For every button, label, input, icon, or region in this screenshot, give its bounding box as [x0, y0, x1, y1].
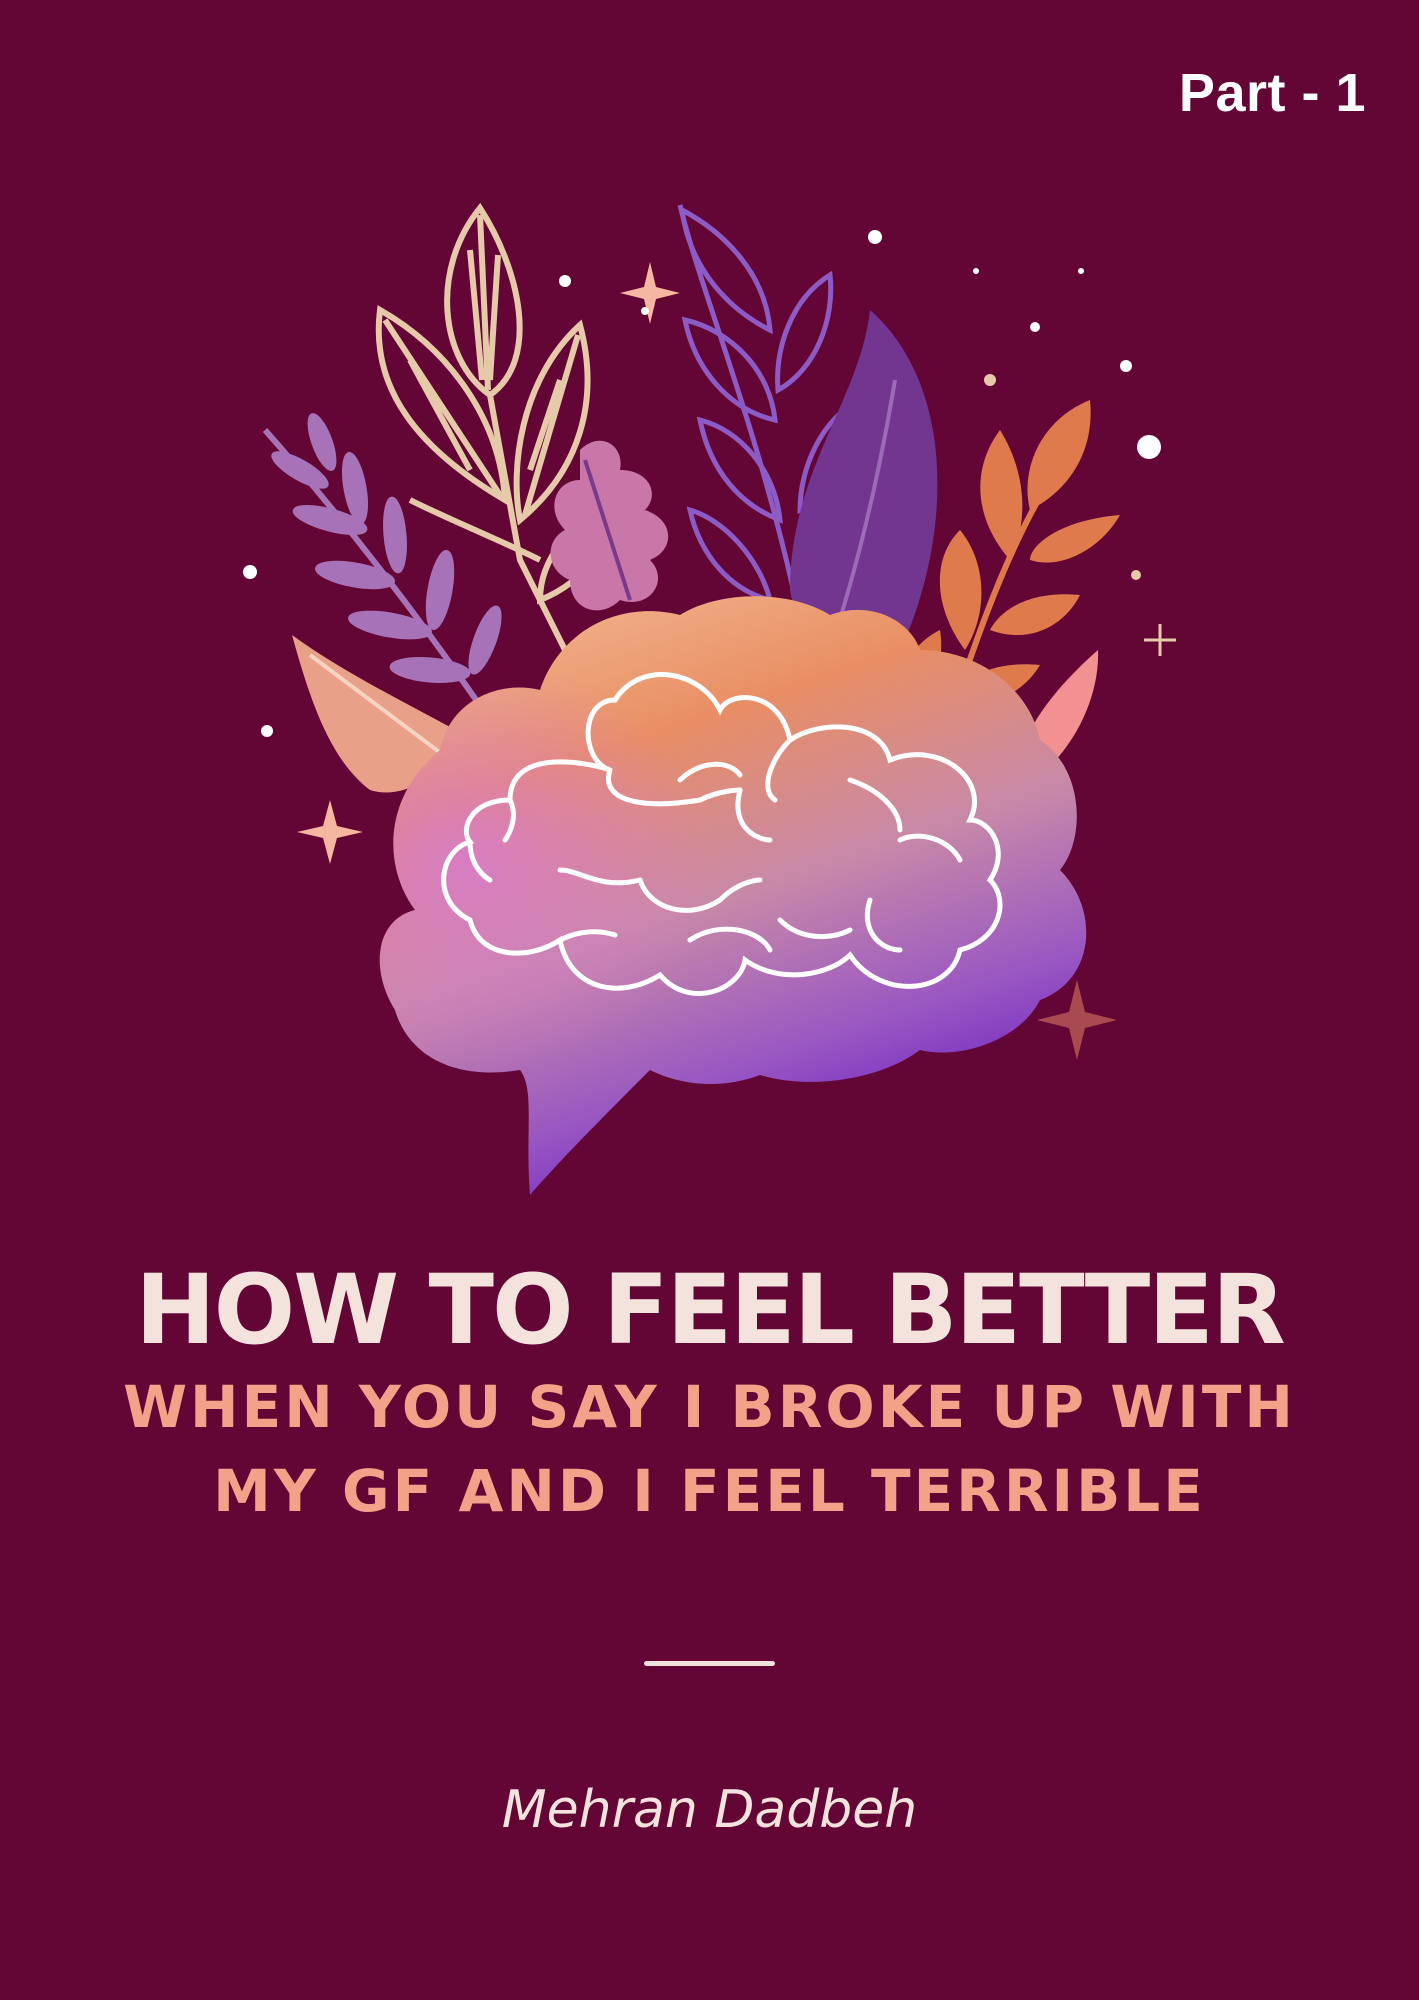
book-subtitle: WHEN YOU SAY I BROKE UP WITH MY GF AND I… — [0, 1365, 1419, 1533]
plus-icon — [1144, 624, 1176, 656]
lavender-fern-icon — [262, 413, 502, 722]
divider — [644, 1661, 775, 1666]
subtitle-line: MY GF AND I FEEL TERRIBLE — [213, 1457, 1206, 1525]
subtitle-line: WHEN YOU SAY I BROKE UP WITH — [123, 1373, 1296, 1441]
book-cover: Part - 1 HOW TO FEEL BETTER WHEN YOU SAY… — [0, 0, 1419, 2000]
brain-bubble-icon — [379, 596, 1087, 1195]
brain-with-leaves-illustration — [243, 202, 1176, 1195]
author-name: Mehran Dadbeh — [501, 1780, 918, 1840]
book-title: HOW TO FEEL BETTER — [135, 1254, 1286, 1366]
